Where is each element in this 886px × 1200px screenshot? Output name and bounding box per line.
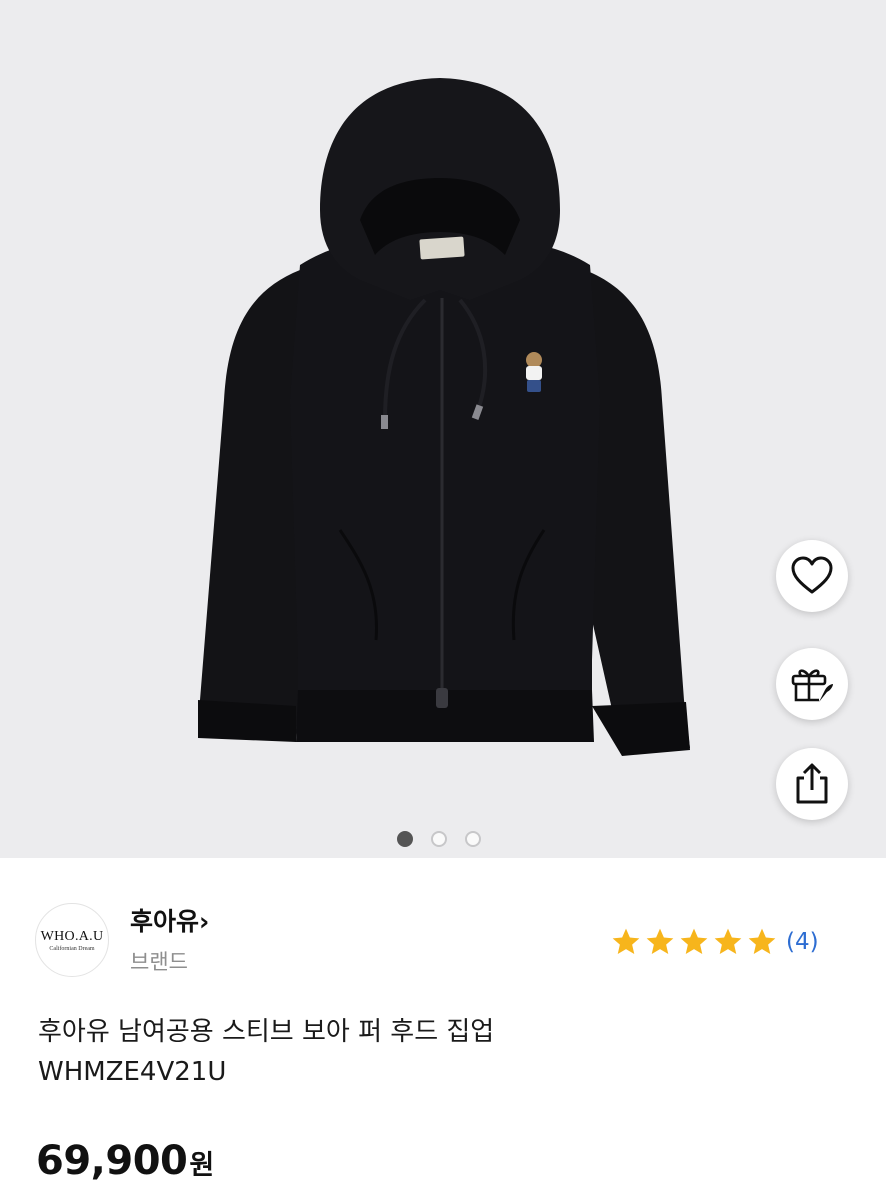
chevron-right-icon: ›: [199, 907, 210, 936]
star-icon: [748, 928, 776, 954]
product-price: 69,900원: [36, 1138, 214, 1184]
carousel-indicator: [397, 831, 481, 847]
brand-link[interactable]: 후아유›: [130, 902, 209, 938]
gift-button[interactable]: [776, 648, 848, 720]
brand-name: 후아유: [130, 907, 200, 936]
brand-logo-tagline: Californian Dream: [49, 945, 95, 952]
star-rating: [610, 926, 778, 958]
brand-logo[interactable]: WHO.A.U Californian Dream: [35, 903, 109, 977]
star-icon: [612, 928, 640, 954]
product-code: WHMZE4V21U: [38, 1057, 227, 1087]
star-icon: [714, 928, 742, 954]
share-button[interactable]: [776, 748, 848, 820]
rating-summary[interactable]: (4): [610, 926, 819, 958]
price-currency: 원: [189, 1150, 214, 1181]
brand-logo-text: WHO.A.U: [40, 928, 104, 944]
carousel-dot[interactable]: [397, 831, 413, 847]
product-image-area[interactable]: [0, 0, 886, 858]
product-title-line: 후아유 남여공용 스티브 보아 퍼 후드 집업: [38, 1017, 495, 1047]
gift-rocket-icon: [791, 669, 833, 702]
wishlist-button[interactable]: [776, 540, 848, 612]
review-count[interactable]: (4): [786, 929, 819, 955]
carousel-dot[interactable]: [431, 831, 447, 847]
brand-type-label: 브랜드: [130, 950, 188, 974]
product-photo: [198, 78, 690, 756]
product-title: 후아유 남여공용 스티브 보아 퍼 후드 집업 WHMZE4V21U: [38, 1012, 838, 1092]
share-icon: [796, 763, 828, 804]
heart-icon: [791, 556, 833, 594]
carousel-dot[interactable]: [465, 831, 481, 847]
star-icon: [680, 928, 708, 954]
star-icon: [646, 928, 674, 954]
price-amount: 69,900: [36, 1138, 188, 1184]
